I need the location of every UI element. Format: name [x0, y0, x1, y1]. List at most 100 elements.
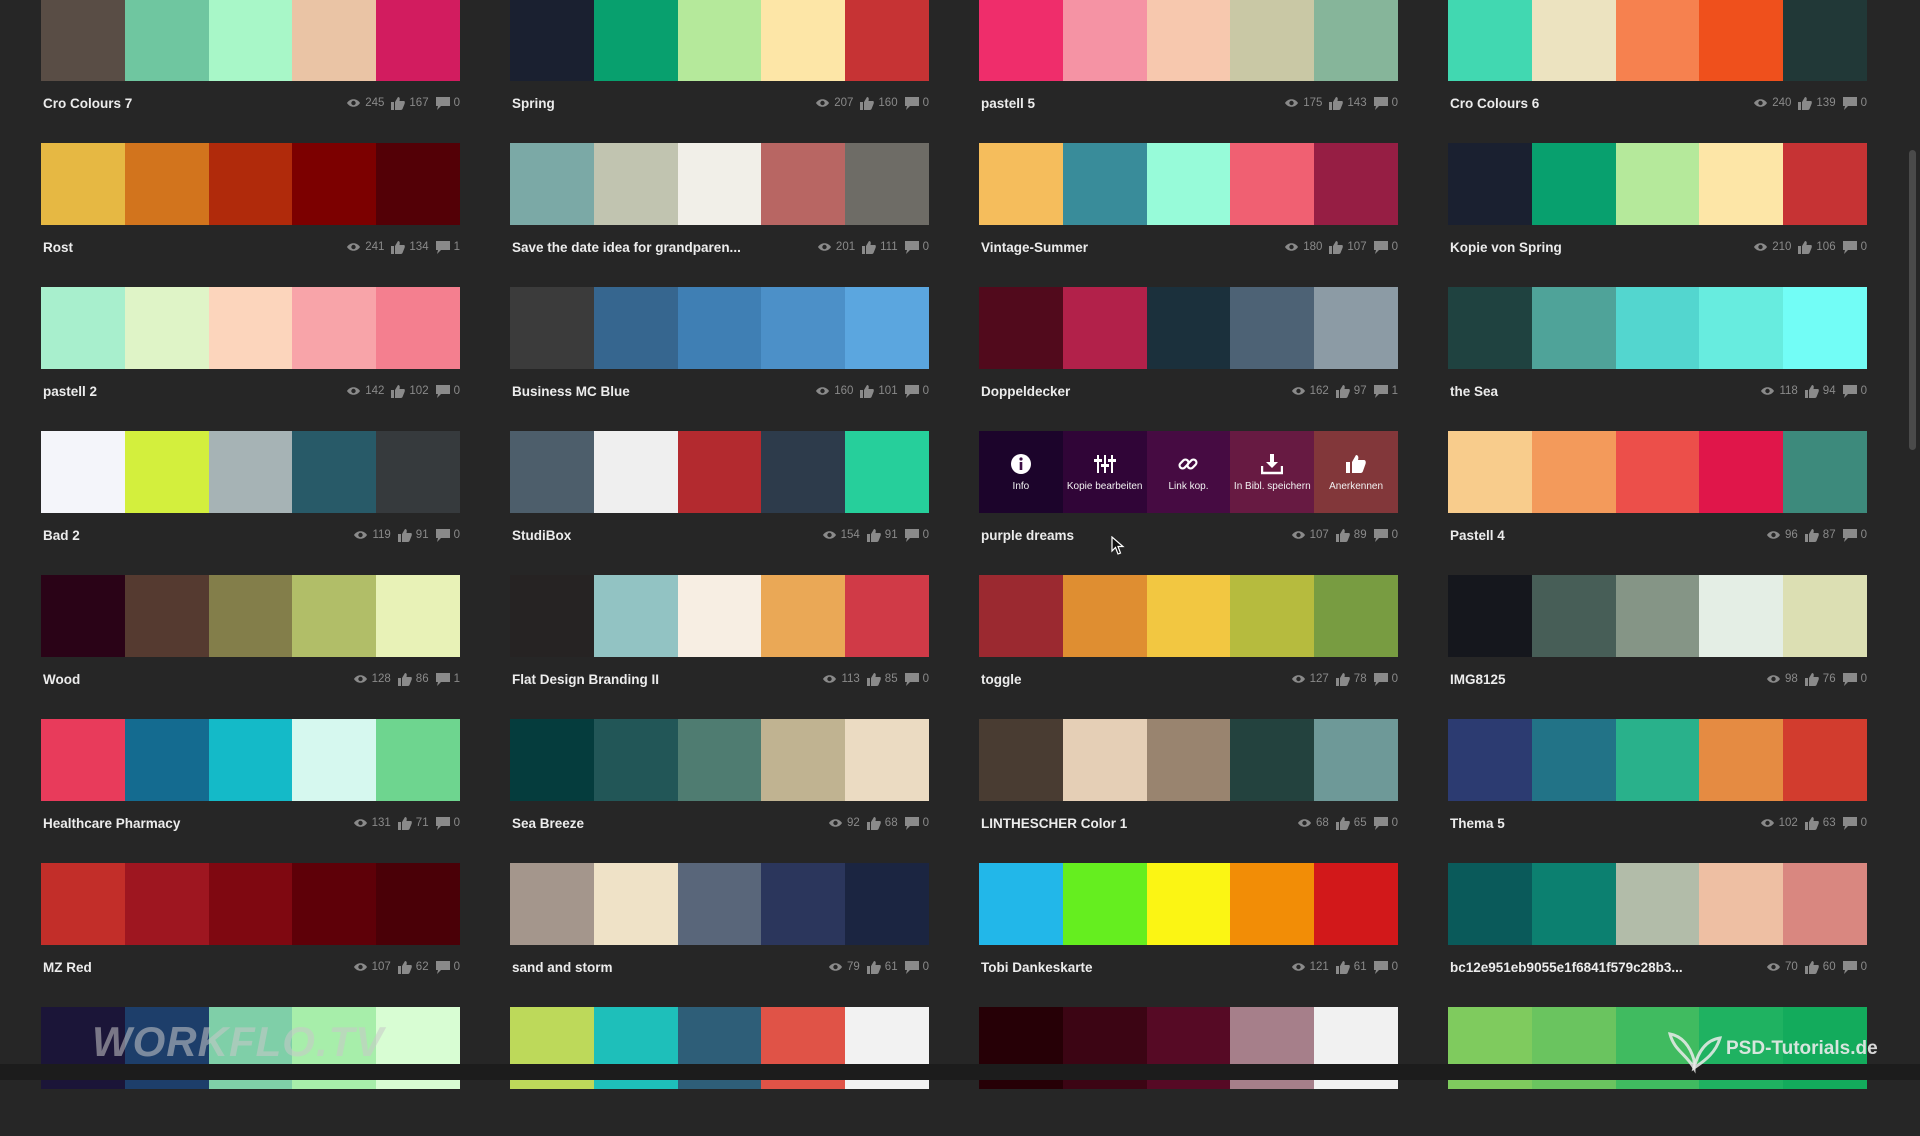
palette-swatches[interactable]	[41, 287, 460, 369]
like-count[interactable]: 89	[1335, 528, 1367, 542]
palette-card[interactable]: IMG8125 98 76 0	[1448, 575, 1867, 704]
color-swatch[interactable]	[510, 0, 594, 81]
color-swatch[interactable]	[845, 431, 929, 513]
color-swatch[interactable]	[845, 287, 929, 369]
palette-name[interactable]: Spring	[510, 96, 808, 111]
color-swatch[interactable]	[1448, 0, 1532, 81]
color-swatch[interactable]	[1448, 575, 1532, 657]
color-swatch[interactable]	[1314, 863, 1398, 945]
color-swatch[interactable]	[376, 863, 460, 945]
palette-swatches[interactable]	[41, 431, 460, 513]
palette-name[interactable]: pastell 2	[41, 384, 339, 399]
color-swatch[interactable]	[510, 719, 594, 801]
palette-card[interactable]: MZ Red 107 62 0	[41, 863, 460, 992]
color-swatch[interactable]	[1314, 719, 1398, 801]
like-count[interactable]: 102	[391, 384, 429, 398]
like-count[interactable]: 78	[1335, 672, 1367, 686]
palette-name[interactable]: IMG8125	[1448, 672, 1759, 687]
like-count[interactable]: 91	[866, 528, 898, 542]
like-count[interactable]: 160	[860, 96, 898, 110]
palette-name[interactable]: pastell 5	[979, 96, 1277, 111]
like-count[interactable]: 106	[1798, 240, 1836, 254]
color-swatch[interactable]	[1146, 719, 1231, 801]
color-swatch[interactable]	[1448, 287, 1532, 369]
like-count[interactable]: 101	[860, 384, 898, 398]
color-swatch[interactable]	[1062, 719, 1147, 801]
color-swatch[interactable]	[1230, 719, 1315, 801]
palette-name[interactable]: Rost	[41, 240, 339, 255]
color-swatch[interactable]	[1146, 0, 1231, 81]
like-count[interactable]: 87	[1804, 528, 1836, 542]
palette-card[interactable]: Tobi Dankeskarte 121 61 0	[979, 863, 1398, 992]
palette-card[interactable]: Cro Colours 6 240 139 0	[1448, 0, 1867, 128]
color-swatch[interactable]	[1146, 575, 1231, 657]
palette-name[interactable]: Healthcare Pharmacy	[41, 816, 346, 831]
like-count[interactable]: 97	[1335, 384, 1367, 398]
color-swatch[interactable]	[761, 143, 846, 225]
color-swatch[interactable]	[1699, 863, 1784, 945]
palette-card[interactable]: the Sea 118 94 0	[1448, 287, 1867, 416]
color-swatch[interactable]	[979, 287, 1063, 369]
palette-swatches[interactable]	[41, 575, 460, 657]
color-swatch[interactable]	[124, 575, 209, 657]
color-swatch[interactable]	[761, 575, 846, 657]
palette-swatches[interactable]	[979, 719, 1398, 801]
color-swatch[interactable]	[376, 719, 460, 801]
color-swatch[interactable]	[677, 431, 762, 513]
palette-name[interactable]: Kopie von Spring	[1448, 240, 1746, 255]
color-swatch[interactable]	[1448, 431, 1532, 513]
palette-swatches[interactable]	[1448, 575, 1867, 657]
color-swatch[interactable]	[1314, 287, 1398, 369]
palette-swatches[interactable]	[979, 143, 1398, 225]
palette-card[interactable]: Vintage-Summer 180 107 0	[979, 143, 1398, 272]
palette-card[interactable]: Thema 5 102 63 0	[1448, 719, 1867, 848]
color-swatch[interactable]	[1531, 0, 1616, 81]
color-swatch[interactable]	[1615, 863, 1700, 945]
palette-name[interactable]: Bad 2	[41, 528, 346, 543]
palette-swatches[interactable]	[1448, 719, 1867, 801]
palette-swatches[interactable]	[979, 575, 1398, 657]
color-swatch[interactable]	[593, 0, 678, 81]
color-swatch[interactable]	[292, 0, 377, 81]
palette-swatches[interactable]	[41, 143, 460, 225]
color-swatch[interactable]	[593, 143, 678, 225]
color-swatch[interactable]	[979, 575, 1063, 657]
color-swatch[interactable]	[677, 719, 762, 801]
palette-card[interactable]: Cro Colours 7 245 167 0	[41, 0, 460, 128]
color-swatch[interactable]	[1531, 431, 1616, 513]
color-swatch[interactable]	[593, 287, 678, 369]
color-swatch[interactable]	[292, 719, 377, 801]
palette-name[interactable]: Flat Design Branding II	[510, 672, 815, 687]
color-swatch[interactable]	[376, 0, 460, 81]
like-count[interactable]: 61	[866, 960, 898, 974]
palette-name[interactable]: LINTHESCHER Color 1	[979, 816, 1290, 831]
palette-name[interactable]: Doppeldecker	[979, 384, 1284, 399]
color-swatch[interactable]	[1699, 143, 1784, 225]
palette-name[interactable]: Pastell 4	[1448, 528, 1759, 543]
palette-name[interactable]: bc12e951eb9055e1f6841f579c28b3...	[1448, 960, 1759, 975]
palette-swatches[interactable]	[1448, 143, 1867, 225]
like-count[interactable]: 68	[866, 816, 898, 830]
color-swatch[interactable]	[1615, 431, 1700, 513]
palette-card[interactable]: Save the date idea for grandparen... 201 1…	[510, 143, 929, 272]
palette-card[interactable]: StudiBox 154 91 0	[510, 431, 929, 560]
color-swatch[interactable]	[376, 575, 460, 657]
palette-card[interactable]: Wood 128 86 1	[41, 575, 460, 704]
palette-name[interactable]: purple dreams	[979, 528, 1284, 543]
color-swatch[interactable]	[677, 0, 762, 81]
color-swatch[interactable]	[1230, 0, 1315, 81]
color-swatch[interactable]	[593, 575, 678, 657]
like-count[interactable]: 107	[1329, 240, 1367, 254]
color-swatch[interactable]	[677, 575, 762, 657]
color-swatch[interactable]	[1783, 575, 1867, 657]
like-count[interactable]: 143	[1329, 96, 1367, 110]
color-swatch[interactable]	[1314, 143, 1398, 225]
color-swatch[interactable]	[292, 575, 377, 657]
color-swatch[interactable]	[1531, 287, 1616, 369]
color-swatch[interactable]	[845, 575, 929, 657]
palette-card[interactable]: Bad 2 119 91 0	[41, 431, 460, 560]
color-swatch[interactable]	[761, 719, 846, 801]
color-swatch[interactable]	[124, 143, 209, 225]
palette-name[interactable]: Thema 5	[1448, 816, 1753, 831]
action-sliders-button[interactable]: Kopie bearbeiten	[1063, 431, 1147, 513]
